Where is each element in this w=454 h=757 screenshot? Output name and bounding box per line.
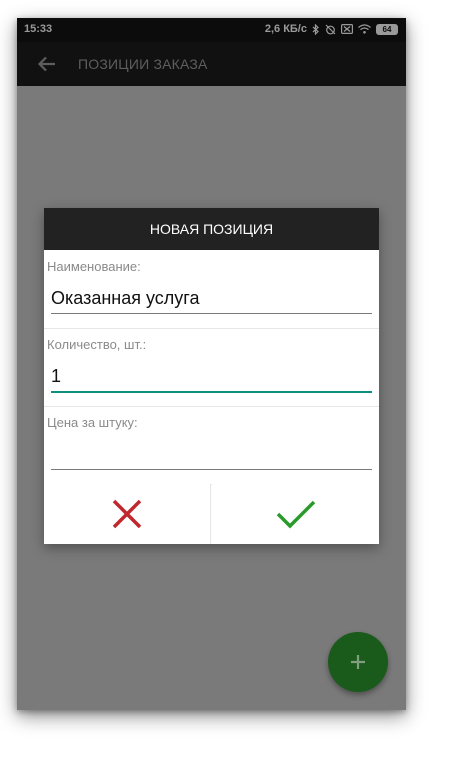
close-icon [112, 499, 142, 529]
status-time: 15:33 [24, 23, 53, 35]
phone-screen: 15:33 2,6 КБ/с 64 ПОЗИЦИИ ЗАКАЗА НОВАЯ П… [17, 18, 406, 710]
status-bar: 15:33 2,6 КБ/с 64 [17, 18, 406, 42]
page-title: ПОЗИЦИИ ЗАКАЗА [78, 56, 208, 72]
network-speed: 2,6 КБ/с [264, 23, 307, 35]
no-sim-icon [341, 24, 353, 34]
battery-icon: 64 [376, 23, 398, 35]
confirm-button[interactable] [212, 484, 379, 544]
dialog-title: НОВАЯ ПОЗИЦИЯ [149, 221, 274, 237]
dialog-actions [44, 484, 379, 544]
price-field-group: Цена за штуку: [44, 407, 379, 485]
dialog-header: НОВАЯ ПОЗИЦИЯ [44, 208, 379, 250]
check-icon [276, 500, 315, 529]
name-input[interactable] [51, 283, 372, 314]
price-label: Цена за штуку: [47, 415, 138, 430]
wifi-icon [358, 24, 371, 34]
app-toolbar: ПОЗИЦИИ ЗАКАЗА [17, 42, 406, 86]
new-item-dialog: НОВАЯ ПОЗИЦИЯ Наименование: Количество, … [44, 208, 379, 544]
bluetooth-icon [312, 23, 320, 35]
quantity-field-group: Количество, шт.: [44, 329, 379, 407]
quantity-input[interactable] [51, 361, 372, 393]
cancel-button[interactable] [44, 484, 211, 544]
add-item-button[interactable] [328, 632, 388, 692]
name-label: Наименование: [47, 259, 141, 274]
alarm-off-icon [325, 24, 336, 35]
back-arrow-icon[interactable] [37, 54, 57, 74]
price-input[interactable] [51, 439, 372, 470]
quantity-label: Количество, шт.: [47, 337, 147, 352]
status-icons: 2,6 КБ/с 64 [265, 23, 398, 35]
name-field-group: Наименование: [44, 251, 379, 329]
